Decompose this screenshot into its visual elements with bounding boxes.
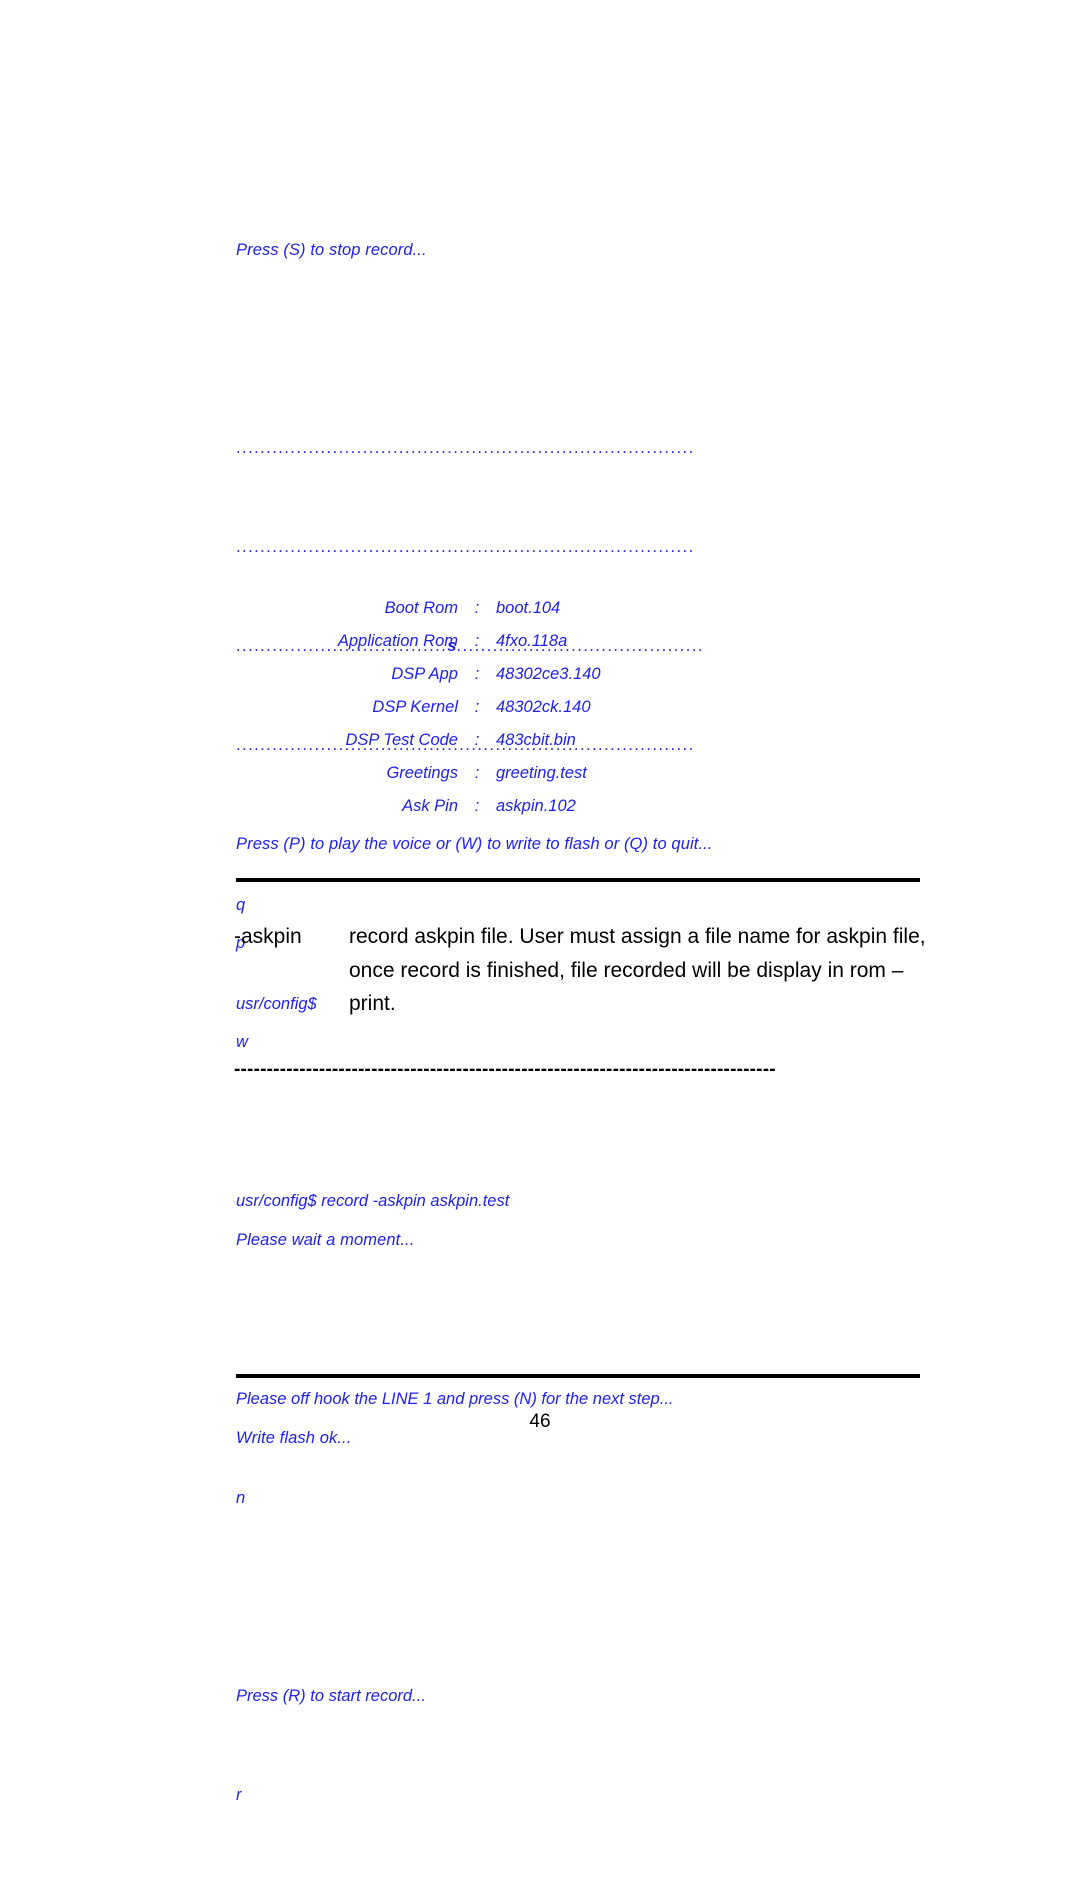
dashed-separator: ----------------------------------------… — [234, 1059, 776, 1080]
rom-label: Application Rom — [337, 632, 458, 650]
typed-key-n: n — [236, 1489, 246, 1507]
section-divider-rule — [236, 878, 920, 882]
rom-label: Ask Pin — [402, 797, 458, 815]
terminal-line-press-stop-record: Press (S) to stop record... — [236, 241, 427, 259]
rom-value: 4fxo.118a — [496, 632, 568, 650]
terminal-dotted-line-1: ........................................… — [236, 439, 695, 457]
terminal-line-press-start-record: Press (R) to start record... — [236, 1687, 426, 1705]
command-name: -askpin — [234, 925, 302, 948]
rom-row-dsp-kernel: DSP Kernel : 48302ck.140 — [236, 691, 936, 724]
rom-version-list: Boot Rom : boot.104 Application Rom : 4f… — [236, 592, 936, 823]
typed-key-q: q — [236, 896, 246, 914]
rom-label: DSP Kernel — [372, 698, 458, 716]
rom-label: DSP Test Code — [345, 731, 458, 749]
page-number: 46 — [0, 1411, 1080, 1433]
rom-label: Greetings — [386, 764, 458, 782]
footer-divider-rule — [236, 1374, 920, 1378]
rom-separator: : — [474, 698, 480, 716]
rom-row-application-rom: Application Rom : 4fxo.118a — [236, 625, 936, 658]
rom-row-greetings: Greetings : greeting.test — [236, 757, 936, 790]
rom-value: greeting.test — [496, 764, 587, 782]
typed-key-r: r — [236, 1786, 242, 1804]
rom-separator: : — [474, 665, 480, 683]
rom-label: Boot Rom — [384, 599, 458, 617]
rom-row-ask-pin: Ask Pin : askpin.102 — [236, 790, 936, 823]
command-description: -askpin record askpin file. User must as… — [234, 920, 934, 1021]
terminal-dotted-line-2: ........................................… — [236, 538, 695, 556]
rom-value: 48302ce3.140 — [496, 665, 601, 683]
command-description-row: -askpin record askpin file. User must as… — [234, 920, 934, 1021]
rom-separator: : — [474, 731, 480, 749]
rom-label: DSP App — [391, 665, 458, 683]
rom-row-boot-rom: Boot Rom : boot.104 — [236, 592, 936, 625]
rom-row-dsp-test-code: DSP Test Code : 483cbit.bin — [236, 724, 936, 757]
command-description-text: record askpin file. User must assign a f… — [349, 925, 926, 1015]
rom-separator: : — [474, 764, 480, 782]
rom-separator: : — [474, 599, 480, 617]
rom-value: 483cbit.bin — [496, 731, 576, 749]
rom-separator: : — [474, 632, 480, 650]
terminal-command-line-record-askpin: usr/config$ record -askpin askpin.test — [236, 1192, 510, 1210]
page-number-value: 46 — [529, 1411, 551, 1432]
terminal-transcript-bottom: usr/config$ record -askpin askpin.test P… — [236, 1119, 956, 1878]
rom-value: askpin.102 — [496, 797, 576, 815]
document-page: Press (S) to stop record... ............… — [0, 0, 1080, 1804]
rom-separator: : — [474, 797, 480, 815]
rom-value: 48302ck.140 — [496, 698, 591, 716]
rom-row-dsp-app: DSP App : 48302ce3.140 — [236, 658, 936, 691]
rom-value: boot.104 — [496, 599, 561, 617]
